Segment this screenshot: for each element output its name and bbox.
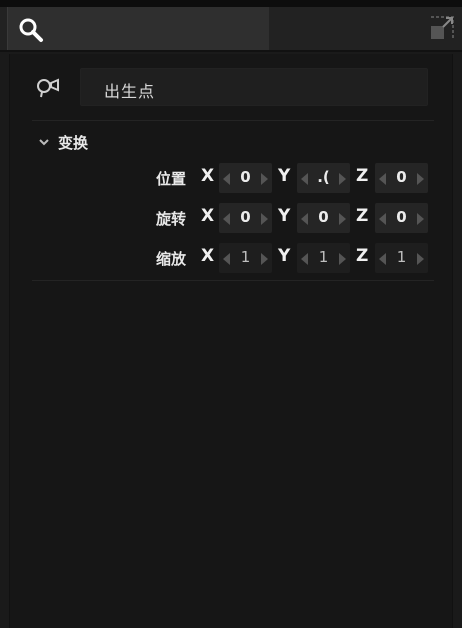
decrement-arrow-icon[interactable] <box>223 213 230 225</box>
axis-x-label: X <box>201 246 215 266</box>
position-x-field[interactable]: 0 <box>219 163 272 193</box>
increment-arrow-icon[interactable] <box>261 253 268 265</box>
window-top-strip <box>0 0 462 7</box>
node-type-icon <box>37 78 59 98</box>
decrement-arrow-icon[interactable] <box>223 253 230 265</box>
rotation-z-field[interactable]: 0 <box>375 203 428 233</box>
increment-arrow-icon[interactable] <box>417 173 424 185</box>
increment-arrow-icon[interactable] <box>339 173 346 185</box>
axis-y-label: Y <box>278 246 291 266</box>
decrement-arrow-icon[interactable] <box>379 173 386 185</box>
rotation-label: 旋转 <box>156 210 187 228</box>
chevron-down-icon <box>39 139 49 146</box>
decrement-arrow-icon[interactable] <box>223 173 230 185</box>
divider <box>32 120 434 121</box>
tab-bar <box>0 7 462 52</box>
position-z-field[interactable]: 0 <box>375 163 428 193</box>
increment-arrow-icon[interactable] <box>339 253 346 265</box>
position-y-field[interactable]: .( <box>297 163 350 193</box>
axis-z-label: Z <box>356 206 369 226</box>
axis-z-label: Z <box>356 246 369 266</box>
node-name-field[interactable]: 出生点 <box>80 68 428 106</box>
axis-x-label: X <box>201 206 215 226</box>
decrement-arrow-icon[interactable] <box>301 173 308 185</box>
position-row: 位置 X 0 Y .( Z 0 <box>10 163 454 193</box>
decrement-arrow-icon[interactable] <box>379 213 386 225</box>
increment-arrow-icon[interactable] <box>417 253 424 265</box>
scale-row: 缩放 X 1 Y 1 Z 1 <box>10 243 454 273</box>
search-icon <box>19 18 43 42</box>
divider <box>32 280 434 281</box>
scale-y-field[interactable]: 1 <box>297 243 350 273</box>
tab-search[interactable] <box>7 7 269 50</box>
rotation-y-field[interactable]: 0 <box>297 203 350 233</box>
axis-x-label: X <box>201 166 215 186</box>
inspector-panel: 出生点 变换 位置 X 0 Y .( Z 0 旋转 X 0 Y 0 Z 0 缩放… <box>9 54 453 628</box>
scale-z-field[interactable]: 1 <box>375 243 428 273</box>
axis-z-label: Z <box>356 166 369 186</box>
rotation-row: 旋转 X 0 Y 0 Z 0 <box>10 203 454 233</box>
increment-arrow-icon[interactable] <box>339 213 346 225</box>
maximize-icon[interactable] <box>429 15 455 41</box>
increment-arrow-icon[interactable] <box>261 213 268 225</box>
position-label: 位置 <box>156 170 187 188</box>
axis-y-label: Y <box>278 166 291 186</box>
scale-label: 缩放 <box>156 250 187 268</box>
node-name-row: 出生点 <box>10 54 454 120</box>
node-name-text: 出生点 <box>104 82 156 101</box>
axis-y-label: Y <box>278 206 291 226</box>
scale-x-field[interactable]: 1 <box>219 243 272 273</box>
transform-section-header[interactable]: 变换 <box>38 132 88 152</box>
transform-section-title: 变换 <box>58 133 89 152</box>
decrement-arrow-icon[interactable] <box>301 213 308 225</box>
decrement-arrow-icon[interactable] <box>301 253 308 265</box>
rotation-x-field[interactable]: 0 <box>219 203 272 233</box>
decrement-arrow-icon[interactable] <box>379 253 386 265</box>
increment-arrow-icon[interactable] <box>261 173 268 185</box>
increment-arrow-icon[interactable] <box>417 213 424 225</box>
